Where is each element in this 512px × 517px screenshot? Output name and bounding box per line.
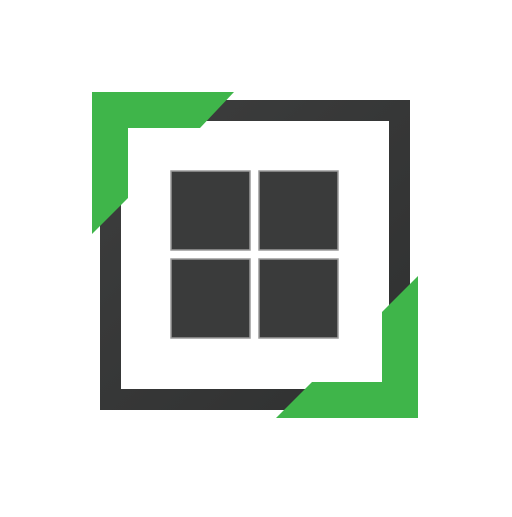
tile-top-right	[258, 170, 339, 251]
tile-top-left	[170, 170, 251, 251]
frame-outline	[100, 100, 410, 410]
tile-grid	[170, 170, 339, 339]
tile-bottom-left	[170, 258, 251, 339]
app-icon	[0, 0, 512, 512]
tile-bottom-right	[258, 258, 339, 339]
window-grid-icon	[92, 92, 418, 418]
